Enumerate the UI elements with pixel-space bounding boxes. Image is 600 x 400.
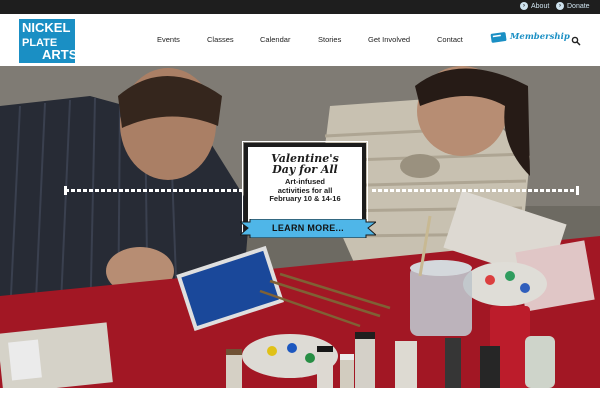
chain-end-right (576, 186, 579, 195)
page-bottom-strip (0, 388, 600, 400)
nav-item-stories[interactable]: Stories (318, 35, 341, 44)
chain-divider-left (65, 189, 243, 192)
membership-label: Membership (510, 32, 570, 42)
promo-text-line-3: February 10 & 14-16 (269, 194, 341, 203)
donate-link[interactable]: › Donate (556, 2, 590, 10)
site-header: NICKEL PLATE ARTS Events Classes Calenda… (0, 14, 600, 66)
about-label: About (531, 2, 550, 10)
membership-button[interactable]: Membership (490, 31, 570, 43)
membership-card-icon (490, 32, 507, 43)
about-link[interactable]: › About (520, 2, 549, 10)
arrow-circle-icon: › (556, 2, 564, 10)
nav-item-calendar[interactable]: Calendar (260, 35, 290, 44)
nav-item-contact[interactable]: Contact (437, 35, 463, 44)
donate-label: Donate (567, 2, 590, 10)
nav-item-classes[interactable]: Classes (207, 35, 234, 44)
utility-bar: › About › Donate (0, 0, 600, 14)
learn-more-label: LEARN MORE... (272, 223, 344, 233)
promo-title-line-2: Day for All (272, 163, 338, 176)
nav-item-events[interactable]: Events (157, 35, 180, 44)
site-logo[interactable]: NICKEL PLATE ARTS (19, 19, 75, 63)
nav-item-get-involved[interactable]: Get Involved (368, 35, 410, 44)
logo-word-3: ARTS (42, 47, 75, 62)
search-icon[interactable] (571, 36, 581, 46)
chain-end-left (64, 186, 67, 195)
arrow-circle-icon: › (520, 2, 528, 10)
chain-divider-right (372, 189, 577, 192)
logo-word-1: NICKEL (22, 20, 70, 35)
learn-more-button[interactable]: LEARN MORE... (240, 219, 376, 238)
